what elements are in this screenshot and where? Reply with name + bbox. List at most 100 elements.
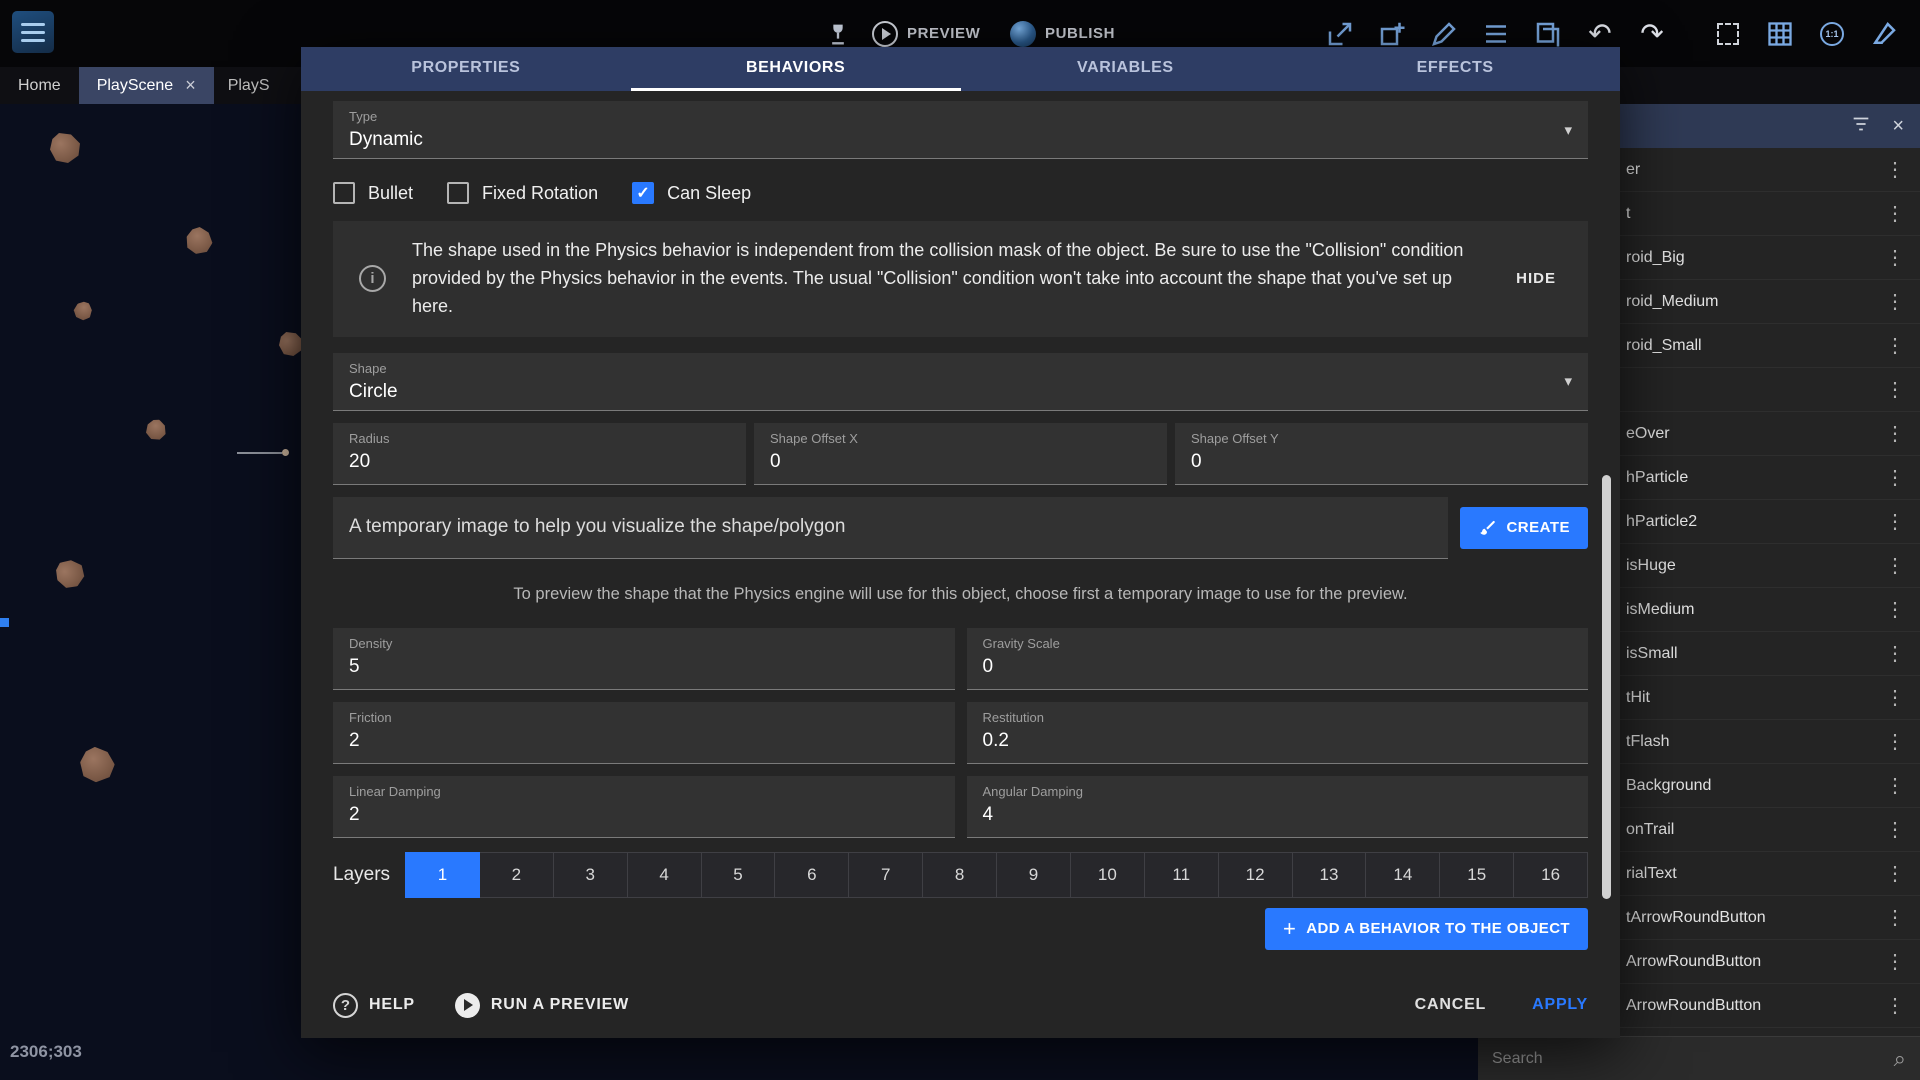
asteroid-instance[interactable] xyxy=(279,332,303,356)
tab-playscene[interactable]: PlayScene × xyxy=(79,67,214,104)
more-options-icon[interactable]: ⋮ xyxy=(1884,993,1906,1018)
run-preview-button[interactable]: RUN A PREVIEW xyxy=(455,993,629,1018)
angular-damping-field[interactable]: Angular Damping 4 xyxy=(967,776,1589,838)
tab-home[interactable]: Home xyxy=(0,67,79,104)
zoom-1-1-icon[interactable]: 1:1 xyxy=(1814,16,1850,52)
layer-button-8[interactable]: 8 xyxy=(922,852,997,898)
layer-button-3[interactable]: 3 xyxy=(553,852,628,898)
layer-button-14[interactable]: 14 xyxy=(1365,852,1440,898)
object-name: roid_Small xyxy=(1626,337,1702,355)
more-options-icon[interactable]: ⋮ xyxy=(1884,597,1906,622)
object-name: ArrowRoundButton xyxy=(1626,953,1761,971)
close-panel-icon[interactable]: × xyxy=(1892,115,1904,138)
more-options-icon[interactable]: ⋮ xyxy=(1884,333,1906,358)
more-options-icon[interactable]: ⋮ xyxy=(1884,773,1906,798)
object-name: Background xyxy=(1626,777,1711,795)
asteroid-instance[interactable] xyxy=(50,133,80,163)
temp-image-field[interactable]: A temporary image to help you visualize … xyxy=(333,497,1448,559)
fill-tool-icon[interactable] xyxy=(1866,16,1902,52)
more-options-icon[interactable]: ⋮ xyxy=(1884,641,1906,666)
shot-instance[interactable] xyxy=(0,618,9,627)
layer-button-15[interactable]: 15 xyxy=(1439,852,1514,898)
layer-button-7[interactable]: 7 xyxy=(848,852,923,898)
tab-behaviors[interactable]: BEHAVIORS xyxy=(631,47,961,91)
layer-button-10[interactable]: 10 xyxy=(1070,852,1145,898)
asteroid-instance[interactable] xyxy=(71,299,96,324)
more-options-icon[interactable]: ⋮ xyxy=(1884,553,1906,578)
selection-tool-icon[interactable] xyxy=(1710,16,1746,52)
layer-button-11[interactable]: 11 xyxy=(1144,852,1219,898)
more-options-icon[interactable]: ⋮ xyxy=(1884,245,1906,270)
object-name: t xyxy=(1626,205,1630,223)
layer-button-5[interactable]: 5 xyxy=(701,852,776,898)
shape-offset-y-field[interactable]: Shape Offset Y 0 xyxy=(1175,423,1588,485)
restitution-field[interactable]: Restitution 0.2 xyxy=(967,702,1589,764)
asteroid-instance[interactable] xyxy=(182,224,217,259)
filter-icon[interactable] xyxy=(1850,113,1872,140)
more-options-icon[interactable]: ⋮ xyxy=(1884,421,1906,446)
more-options-icon[interactable]: ⋮ xyxy=(1884,201,1906,226)
layer-button-12[interactable]: 12 xyxy=(1218,852,1293,898)
project-manager-icon[interactable] xyxy=(12,11,54,53)
layer-button-6[interactable]: 6 xyxy=(774,852,849,898)
friction-field[interactable]: Friction 2 xyxy=(333,702,955,764)
more-options-icon[interactable]: ⋮ xyxy=(1884,729,1906,754)
create-button[interactable]: CREATE xyxy=(1460,507,1588,549)
radius-field[interactable]: Radius 20 xyxy=(333,423,746,485)
more-options-icon[interactable]: ⋮ xyxy=(1884,861,1906,886)
fixed-rotation-checkbox[interactable]: ✓ Fixed Rotation xyxy=(447,182,598,204)
tab-variables[interactable]: VARIABLES xyxy=(961,47,1291,91)
layer-button-9[interactable]: 9 xyxy=(996,852,1071,898)
apply-button[interactable]: APPLY xyxy=(1532,996,1588,1014)
layer-button-1[interactable]: 1 xyxy=(405,852,480,898)
close-tab-icon[interactable]: × xyxy=(185,75,196,96)
publish-label: PUBLISH xyxy=(1045,25,1115,42)
add-behavior-button[interactable]: + ADD A BEHAVIOR TO THE OBJECT xyxy=(1265,908,1588,950)
cancel-button[interactable]: CANCEL xyxy=(1415,996,1486,1014)
type-label: Type xyxy=(349,109,1572,124)
layer-button-2[interactable]: 2 xyxy=(479,852,554,898)
info-text: The shape used in the Physics behavior i… xyxy=(412,237,1484,321)
more-options-icon[interactable]: ⋮ xyxy=(1884,685,1906,710)
more-options-icon[interactable]: ⋮ xyxy=(1884,157,1906,182)
tab-properties[interactable]: PROPERTIES xyxy=(301,47,631,91)
plus-icon: + xyxy=(1283,918,1296,940)
dialog-tab-bar: PROPERTIES BEHAVIORS VARIABLES EFFECTS xyxy=(301,47,1620,91)
gravity-scale-field[interactable]: Gravity Scale 0 xyxy=(967,628,1589,690)
more-options-icon[interactable]: ⋮ xyxy=(1884,465,1906,490)
more-options-icon[interactable]: ⋮ xyxy=(1884,817,1906,842)
tab-effects[interactable]: EFFECTS xyxy=(1290,47,1620,91)
instance-handle-dot[interactable] xyxy=(282,449,289,456)
bullet-checkbox[interactable]: ✓ Bullet xyxy=(333,182,413,204)
density-field[interactable]: Density 5 xyxy=(333,628,955,690)
hide-button[interactable]: HIDE xyxy=(1510,262,1562,295)
shape-select[interactable]: Shape Circle ▾ xyxy=(333,353,1588,411)
asteroid-instance[interactable] xyxy=(52,556,88,592)
object-name: isSmall xyxy=(1626,645,1678,663)
shape-offset-x-field[interactable]: Shape Offset X 0 xyxy=(754,423,1167,485)
object-name: hParticle xyxy=(1626,469,1688,487)
dialog-scrollbar[interactable] xyxy=(1602,475,1611,899)
search-input[interactable] xyxy=(1492,1050,1894,1068)
object-name: hParticle2 xyxy=(1626,513,1697,531)
redo-icon[interactable]: ↷ xyxy=(1634,16,1670,52)
linear-damping-field[interactable]: Linear Damping 2 xyxy=(333,776,955,838)
type-select[interactable]: Type Dynamic ▾ xyxy=(333,101,1588,159)
can-sleep-checkbox[interactable]: ✓ Can Sleep xyxy=(632,182,751,204)
more-options-icon[interactable]: ⋮ xyxy=(1884,289,1906,314)
asteroid-instance[interactable] xyxy=(76,744,118,786)
more-options-icon[interactable]: ⋮ xyxy=(1884,509,1906,534)
layer-button-13[interactable]: 13 xyxy=(1292,852,1367,898)
layers-row: Layers 1 2 3 4 5 6 7 8 9 10 11 12 13 14 … xyxy=(333,852,1588,898)
help-button[interactable]: ? HELP xyxy=(333,993,415,1018)
layer-button-4[interactable]: 4 xyxy=(627,852,702,898)
grid-icon[interactable] xyxy=(1762,16,1798,52)
object-name: ArrowRoundButton xyxy=(1626,997,1761,1015)
more-options-icon[interactable]: ⋮ xyxy=(1884,949,1906,974)
more-options-icon[interactable]: ⋮ xyxy=(1884,905,1906,930)
more-options-icon[interactable]: ⋮ xyxy=(1884,377,1906,402)
layer-button-16[interactable]: 16 xyxy=(1513,852,1588,898)
preview-label: PREVIEW xyxy=(907,25,980,42)
tab-playscene-events[interactable]: PlayS xyxy=(214,67,276,104)
asteroid-instance[interactable] xyxy=(142,416,170,444)
